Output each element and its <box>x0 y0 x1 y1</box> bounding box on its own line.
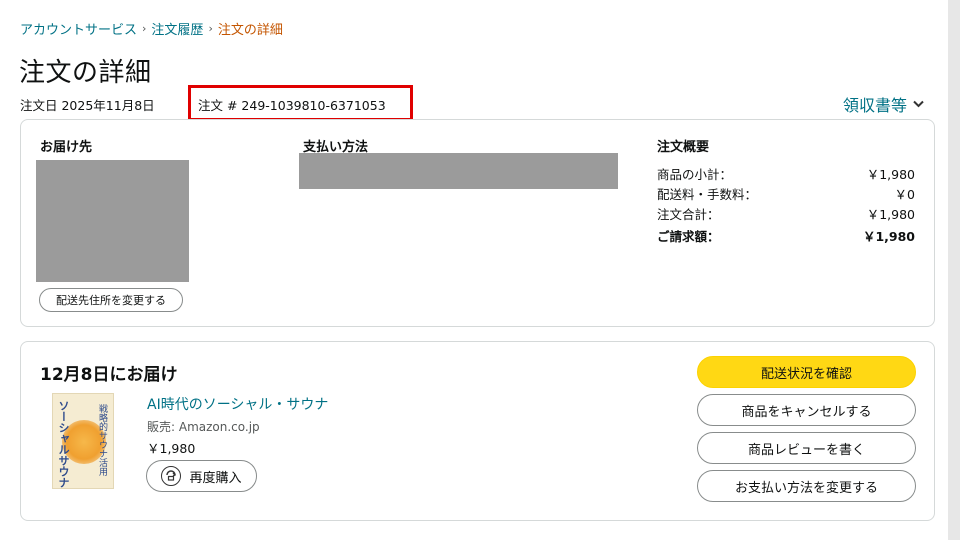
buy-again-label: 再度購入 <box>189 470 242 486</box>
order-date: 注文日 2025年11月8日 <box>20 98 155 113</box>
summary-row-billed: ご請求額： ￥1,980 <box>657 226 915 245</box>
chevron-down-icon <box>913 97 924 111</box>
breadcrumb-account-services[interactable]: アカウントサービス <box>20 19 137 38</box>
write-review-button[interactable]: 商品レビューを書く <box>697 432 916 464</box>
summary-row-value: ￥1,980 <box>866 167 915 182</box>
receipt-label: 領収書等 <box>843 96 908 115</box>
cancel-item-button[interactable]: 商品をキャンセルする <box>697 394 916 426</box>
page-title: 注文の詳細 <box>19 58 152 88</box>
redacted-payment <box>299 153 618 189</box>
product-image[interactable]: ソーシャルサウナ 戦略的サウナ活用 <box>52 393 114 489</box>
ship-to-label: お届け先 <box>40 140 93 155</box>
summary-row-label: ご請求額： <box>657 229 720 244</box>
breadcrumb: アカウントサービス › 注文履歴 › 注文の詳細 <box>20 19 283 38</box>
product-title-link[interactable]: AI時代のソーシャル・サウナ <box>147 394 328 414</box>
breadcrumb-current: 注文の詳細 <box>217 23 283 38</box>
order-summary-label: 注文概要 <box>657 140 710 155</box>
summary-row-total: 注文合計： ￥1,980 <box>657 204 915 223</box>
buy-again-button[interactable]: 再度購入 <box>146 460 257 492</box>
summary-row-value: ￥0 <box>894 187 915 202</box>
delivery-card: 12月8日にお届け ソーシャルサウナ 戦略的サウナ活用 AI時代のソーシャル・サ… <box>20 341 935 521</box>
summary-row-subtotal: 商品の小計： ￥1,980 <box>657 164 915 183</box>
cover-title-text: ソーシャルサウナ <box>57 400 70 488</box>
summary-row-shipping: 配送料・手数料： ￥0 <box>657 184 915 203</box>
breadcrumb-separator-icon: › <box>142 22 147 35</box>
redacted-address <box>36 160 189 282</box>
change-address-button[interactable]: 配送先住所を変更する <box>39 288 183 312</box>
summary-row-label: 配送料・手数料： <box>657 187 758 202</box>
change-payment-button[interactable]: お支払い方法を変更する <box>697 470 916 502</box>
summary-row-value: ￥1,980 <box>866 207 915 222</box>
cover-subtitle-text: 戦略的サウナ活用 <box>97 404 107 476</box>
order-summary-card: お届け先 配送先住所を変更する 支払い方法 注文概要 商品の小計： ￥1,980… <box>20 119 935 327</box>
rebuy-icon <box>161 466 182 486</box>
track-package-button[interactable]: 配送状況を確認 <box>697 356 916 388</box>
summary-row-value: ￥1,980 <box>862 229 915 244</box>
breadcrumb-separator-icon: › <box>208 22 213 35</box>
product-seller: 販売: Amazon.co.jp <box>147 420 260 434</box>
order-meta: 注文日 2025年11月8日 <box>20 95 155 114</box>
order-number: 注文 # 249-1039810-6371053 <box>198 98 386 113</box>
summary-row-label: 商品の小計： <box>657 167 733 182</box>
summary-row-label: 注文合計： <box>657 207 720 222</box>
page-scroll-gutter <box>948 0 960 540</box>
delivery-date-title: 12月8日にお届け <box>40 365 178 385</box>
breadcrumb-order-history[interactable]: 注文履歴 <box>151 19 203 38</box>
receipt-dropdown[interactable]: 領収書等 <box>843 92 924 116</box>
product-price: ￥1,980 <box>147 441 196 456</box>
